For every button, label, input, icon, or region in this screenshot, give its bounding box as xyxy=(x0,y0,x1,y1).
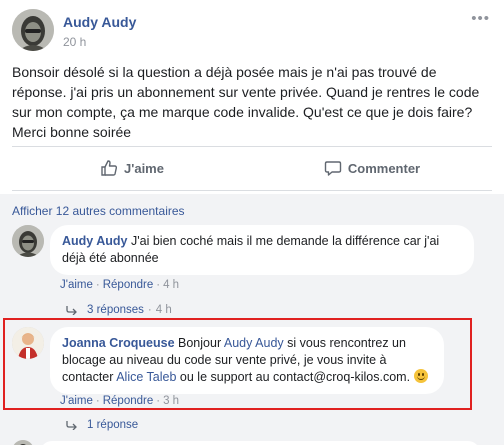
divider xyxy=(12,190,492,191)
highlight-box xyxy=(3,318,472,410)
comment-button[interactable]: Commenter xyxy=(252,147,492,189)
show-more-comments-link[interactable]: Afficher 12 autres commentaires xyxy=(12,204,185,218)
replies-count: 1 réponse xyxy=(87,419,139,431)
post-text: Bonsoir désolé si la question a déjà pos… xyxy=(12,64,480,140)
comment-item: Audy Audy J'ai bien coché mais il me dem… xyxy=(12,225,474,275)
comment-meta: J'aime · Répondre · 4 h xyxy=(60,279,180,291)
author-name[interactable]: Audy Audy xyxy=(63,14,136,30)
author-avatar[interactable] xyxy=(12,9,54,51)
comment-time[interactable]: 4 h xyxy=(163,279,179,291)
thumbs-up-icon xyxy=(101,160,118,176)
comment-reply-link[interactable]: Répondre xyxy=(103,279,154,291)
replies-time: 4 h xyxy=(155,304,172,316)
reply-input-field[interactable] xyxy=(40,441,480,445)
like-button[interactable]: J'aime xyxy=(12,147,252,189)
post-actions: J'aime Commenter xyxy=(12,147,492,189)
replies-count: 3 réponses xyxy=(87,304,144,316)
comment-bubble: Audy Audy J'ai bien coché mais il me dem… xyxy=(50,225,474,275)
post-card: Audy Audy 20 h ••• Bonsoir désolé si la … xyxy=(0,0,504,445)
post-header: Audy Audy 20 h xyxy=(12,9,136,51)
reply-avatar[interactable] xyxy=(12,440,34,445)
reply-arrow-icon xyxy=(66,421,77,430)
comment-icon xyxy=(324,161,342,176)
view-replies-link[interactable]: 1 réponse xyxy=(66,419,138,431)
reply-arrow-icon xyxy=(66,306,77,315)
like-button-label: J'aime xyxy=(124,160,164,176)
view-replies-link[interactable]: 3 réponses · 4 h xyxy=(66,304,172,316)
comment-like-link[interactable]: J'aime xyxy=(60,279,93,291)
ellipsis-icon[interactable]: ••• xyxy=(471,10,490,27)
commenter-avatar[interactable] xyxy=(12,225,44,257)
comment-author[interactable]: Audy Audy xyxy=(62,234,128,248)
author-block: Audy Audy 20 h xyxy=(63,11,136,49)
post-timestamp[interactable]: 20 h xyxy=(63,35,136,49)
comment-button-label: Commenter xyxy=(347,160,421,176)
